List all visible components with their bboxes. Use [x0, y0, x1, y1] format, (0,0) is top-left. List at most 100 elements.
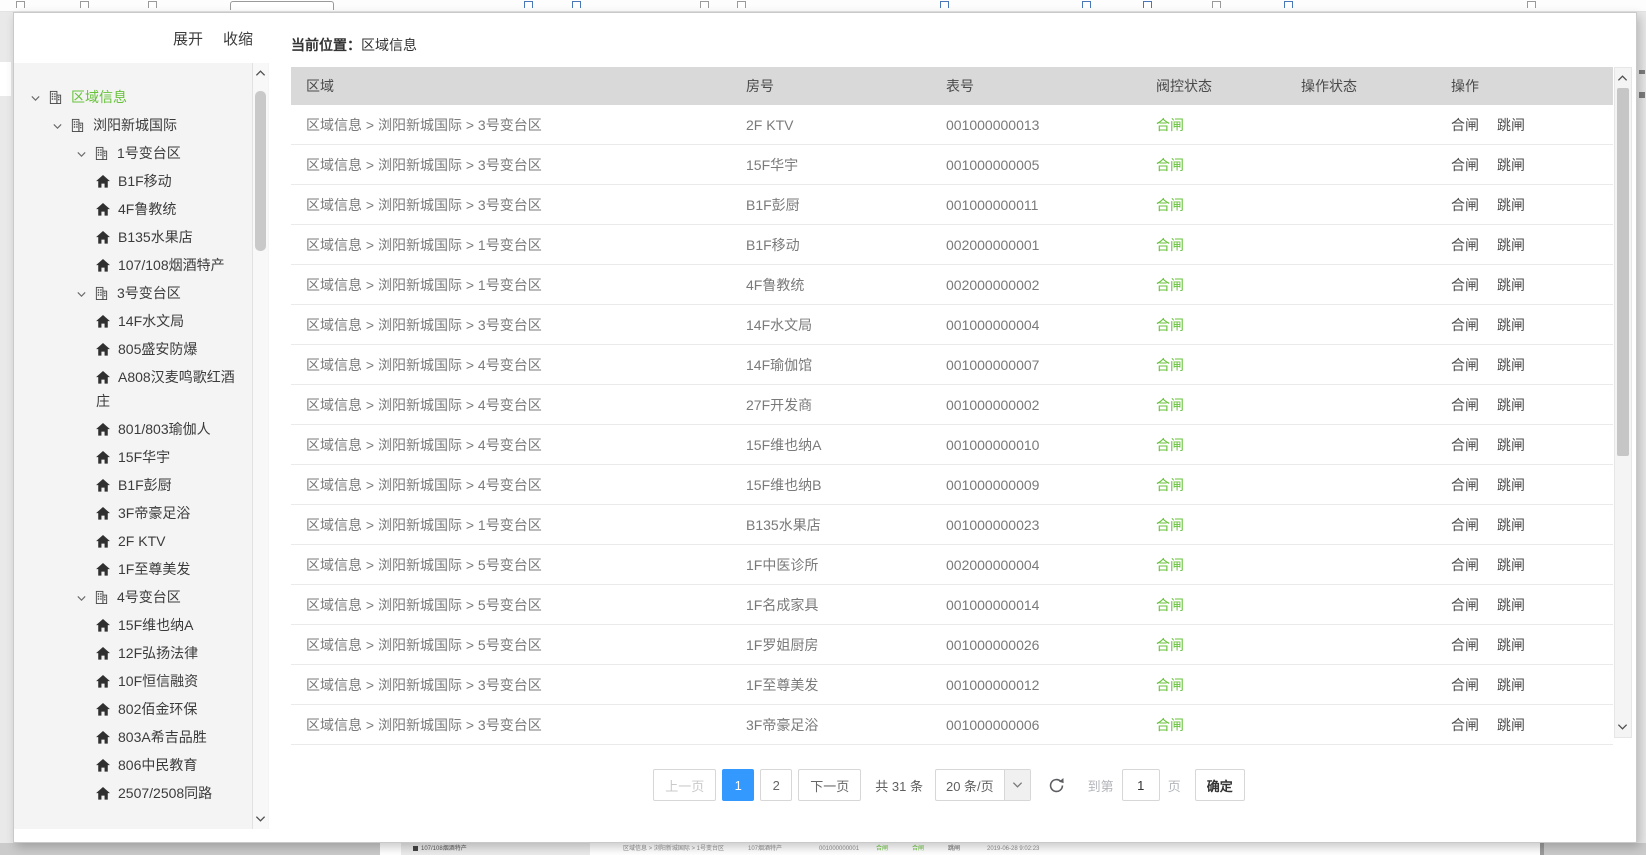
tree-node[interactable]: 区域信息: [14, 83, 269, 111]
tree-node[interactable]: 806中民教育: [14, 751, 269, 779]
action-close-valve[interactable]: 合闸: [1451, 717, 1479, 733]
scroll-up-icon[interactable]: [1617, 74, 1628, 82]
cell-meter: 001000000012: [931, 677, 1141, 693]
tree-node[interactable]: 3号变台区: [14, 279, 269, 307]
goto-page-input[interactable]: [1122, 769, 1160, 801]
action-trip-valve[interactable]: 跳闸: [1497, 517, 1525, 533]
tree-node[interactable]: 802佰金环保: [14, 695, 269, 723]
action-trip-valve[interactable]: 跳闸: [1497, 317, 1525, 333]
cell-room: 15F维也纳A: [731, 435, 931, 455]
action-trip-valve[interactable]: 跳闸: [1497, 677, 1525, 693]
tree-node[interactable]: A808汉麦鸣歌红酒庄: [14, 363, 269, 415]
background-right-sliver-mark: [1639, 92, 1645, 98]
chevron-down-icon[interactable]: [30, 93, 41, 104]
tree-node[interactable]: 15F维也纳A: [14, 611, 269, 639]
tree-node[interactable]: 107/108烟酒特产: [14, 251, 269, 279]
expand-all-button[interactable]: 展开: [173, 28, 203, 49]
action-trip-valve[interactable]: 跳闸: [1497, 237, 1525, 253]
breadcrumb-current: 区域信息: [361, 37, 417, 53]
action-trip-valve[interactable]: 跳闸: [1497, 637, 1525, 653]
tree-node[interactable]: 801/803瑜伽人: [14, 415, 269, 443]
table-row: 区域信息 > 浏阳新城国际 > 5号变台区1F罗姐厨房001000000026合…: [291, 625, 1613, 665]
sidebar-scrollbar-thumb[interactable]: [255, 91, 266, 251]
cell-room: B135水果店: [731, 515, 931, 535]
cell-area: 区域信息 > 浏阳新城国际 > 1号变台区: [291, 515, 731, 535]
action-trip-valve[interactable]: 跳闸: [1497, 717, 1525, 733]
tree-node[interactable]: 803A希吉品胜: [14, 723, 269, 751]
action-trip-valve[interactable]: 跳闸: [1497, 277, 1525, 293]
action-close-valve[interactable]: 合闸: [1451, 117, 1479, 133]
action-close-valve[interactable]: 合闸: [1451, 277, 1479, 293]
scroll-down-icon[interactable]: [1617, 723, 1628, 731]
chevron-down-icon[interactable]: [76, 149, 87, 160]
cell-room: B1F移动: [731, 235, 931, 255]
home-icon: [96, 703, 110, 716]
table-row: 区域信息 > 浏阳新城国际 > 3号变台区1F至尊美发001000000012合…: [291, 665, 1613, 705]
scroll-up-icon[interactable]: [255, 69, 266, 77]
action-trip-valve[interactable]: 跳闸: [1497, 597, 1525, 613]
home-icon: [96, 731, 110, 744]
tree-node[interactable]: B1F彭厨: [14, 471, 269, 499]
tree-node-label: 806中民教育: [118, 757, 197, 773]
action-close-valve[interactable]: 合闸: [1451, 477, 1479, 493]
tree-node[interactable]: 浏阳新城国际: [14, 111, 269, 139]
next-page-button[interactable]: 下一页: [798, 769, 861, 801]
action-close-valve[interactable]: 合闸: [1451, 557, 1479, 573]
action-close-valve[interactable]: 合闸: [1451, 677, 1479, 693]
tree-node-label: 1号变台区: [117, 145, 181, 161]
cell-actions: 合闸 跳闸: [1436, 635, 1613, 655]
tree-node[interactable]: 1号变台区: [14, 139, 269, 167]
action-trip-valve[interactable]: 跳闸: [1497, 397, 1525, 413]
tree-node[interactable]: 1F至尊美发: [14, 555, 269, 583]
action-trip-valve[interactable]: 跳闸: [1497, 477, 1525, 493]
action-trip-valve[interactable]: 跳闸: [1497, 357, 1525, 373]
prev-page-button[interactable]: 上一页: [653, 769, 716, 801]
action-close-valve[interactable]: 合闸: [1451, 157, 1479, 173]
cell-meter: 001000000002: [931, 397, 1141, 413]
tree-node[interactable]: 4F鲁教统: [14, 195, 269, 223]
column-header: 阀控状态: [1141, 76, 1286, 96]
action-close-valve[interactable]: 合闸: [1451, 397, 1479, 413]
action-close-valve[interactable]: 合闸: [1451, 637, 1479, 653]
tree-node[interactable]: B1F移动: [14, 167, 269, 195]
page-button-2[interactable]: 2: [760, 769, 792, 801]
action-trip-valve[interactable]: 跳闸: [1497, 117, 1525, 133]
action-trip-valve[interactable]: 跳闸: [1497, 437, 1525, 453]
cell-valve: 合闸: [1141, 275, 1286, 295]
tree-node[interactable]: 805盛安防爆: [14, 335, 269, 363]
chevron-down-icon[interactable]: [76, 289, 87, 300]
action-trip-valve[interactable]: 跳闸: [1497, 157, 1525, 173]
tree-node[interactable]: 4号变台区: [14, 583, 269, 611]
chevron-down-icon[interactable]: [52, 121, 63, 132]
action-close-valve[interactable]: 合闸: [1451, 597, 1479, 613]
tree-node[interactable]: 10F恒信融资: [14, 667, 269, 695]
tree-node[interactable]: 2F KTV: [14, 527, 269, 555]
action-trip-valve[interactable]: 跳闸: [1497, 197, 1525, 213]
action-close-valve[interactable]: 合闸: [1451, 517, 1479, 533]
scroll-down-icon[interactable]: [255, 815, 266, 823]
tree-node[interactable]: 14F水文局: [14, 307, 269, 335]
table-scrollbar-thumb[interactable]: [1617, 88, 1629, 456]
sidebar-scrollbar[interactable]: [252, 63, 268, 829]
mini-table-cell: 区域信息 > 浏阳新城国际 > 1号变台区: [623, 843, 724, 855]
tree-node[interactable]: 15F华宇: [14, 443, 269, 471]
tree-node[interactable]: 2507/2508同路: [14, 779, 269, 807]
action-close-valve[interactable]: 合闸: [1451, 437, 1479, 453]
action-close-valve[interactable]: 合闸: [1451, 317, 1479, 333]
cell-area: 区域信息 > 浏阳新城国际 > 4号变台区: [291, 475, 731, 495]
action-trip-valve[interactable]: 跳闸: [1497, 557, 1525, 573]
chevron-down-icon[interactable]: [76, 593, 87, 604]
page-button-1[interactable]: 1: [722, 769, 754, 801]
tree-node[interactable]: 12F弘扬法律: [14, 639, 269, 667]
confirm-button[interactable]: 确定: [1195, 769, 1245, 801]
tree-node[interactable]: B135水果店: [14, 223, 269, 251]
refresh-button[interactable]: [1047, 776, 1066, 795]
collapse-all-button[interactable]: 收缩: [223, 28, 253, 49]
action-close-valve[interactable]: 合闸: [1451, 197, 1479, 213]
table-scrollbar[interactable]: [1614, 67, 1632, 738]
page-size-select[interactable]: 20 条/页: [935, 769, 1031, 801]
action-close-valve[interactable]: 合闸: [1451, 237, 1479, 253]
background-right-sliver-mark: [1639, 70, 1645, 74]
action-close-valve[interactable]: 合闸: [1451, 357, 1479, 373]
tree-node[interactable]: 3F帝豪足浴: [14, 499, 269, 527]
